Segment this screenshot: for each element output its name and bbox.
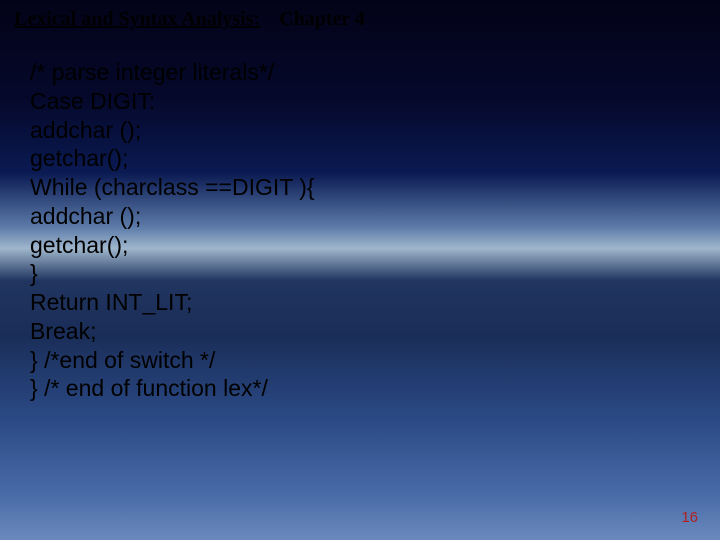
code-line: } /*end of switch */	[30, 346, 315, 375]
code-line: Return INT_LIT;	[30, 288, 315, 317]
code-line: addchar ();	[30, 202, 315, 231]
code-line: Case DIGIT:	[30, 87, 315, 116]
code-line: getchar();	[30, 144, 315, 173]
code-line: While (charclass ==DIGIT ){	[30, 173, 315, 202]
code-line: } /* end of function lex*/	[30, 374, 315, 403]
code-line: }	[30, 259, 315, 288]
slide-header: Lexical and Syntax Analysis: Chapter 4	[14, 8, 365, 31]
code-line: addchar ();	[30, 116, 315, 145]
code-line: Break;	[30, 317, 315, 346]
code-line: getchar();	[30, 231, 315, 260]
section-title: Lexical and Syntax Analysis:	[14, 8, 260, 30]
code-block: /* parse integer literals*/ Case DIGIT: …	[30, 58, 315, 403]
code-line: /* parse integer literals*/	[30, 58, 315, 87]
chapter-label: Chapter 4	[279, 8, 365, 30]
page-number: 16	[681, 509, 698, 526]
slide: Lexical and Syntax Analysis: Chapter 4 /…	[0, 0, 720, 540]
